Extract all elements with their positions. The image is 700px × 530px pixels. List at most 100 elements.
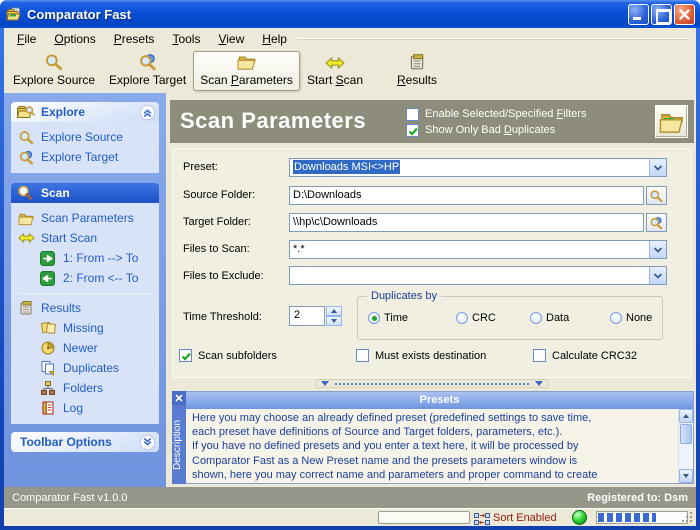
preset-value: Downloads MSI<>HP [290,159,649,176]
sidebar-item-scan-parameters[interactable]: Scan Parameters [11,208,159,228]
log-notepad-icon [40,400,58,416]
spin-down-button[interactable] [326,316,342,326]
enable-filters-checkbox-row[interactable]: Enable Selected/Specified Filters [406,106,586,122]
calculate-crc32-checkbox-row[interactable]: Calculate CRC32 [533,349,637,362]
toolbar-start-scan-button[interactable]: Start Scan [300,51,370,91]
radio-time[interactable]: Time [368,312,456,324]
preset-combobox[interactable]: Downloads MSI<>HP [289,158,667,177]
radio-crc[interactable]: CRC [456,312,530,324]
files-to-exclude-combobox[interactable] [289,266,667,285]
sidebar-group-title: Toolbar Options [20,435,112,449]
minimize-button[interactable] [628,4,649,25]
down-arrow-icon [683,474,689,478]
sidebar: Explore Explore Source [4,93,166,487]
chevron-down-icon[interactable] [139,434,156,451]
folder-tree-icon [40,380,58,396]
files-to-exclude-dropdown-button[interactable] [649,267,666,284]
radio-button[interactable] [610,312,622,324]
main-panel: Scan Parameters Enable Selected/Specifie… [170,93,694,487]
toolbar: Explore Source Explore Target Scan Param… [4,49,696,93]
scan-subfolders-checkbox[interactable] [179,349,192,362]
spinner-buttons [326,306,342,326]
spin-up-button[interactable] [326,306,342,316]
menu-view[interactable]: View [209,29,253,49]
chevron-up-icon[interactable] [139,104,156,121]
titlebar: Comparator Fast [0,0,700,28]
arrow-right-icon [40,250,58,266]
radio-button[interactable] [530,312,542,324]
target-folder-input[interactable]: \\hp\c\Downloads [289,213,644,232]
radio-data[interactable]: Data [530,312,610,324]
scrollbar-thumb[interactable] [680,424,692,444]
toolbar-explore-source-button[interactable]: Explore Source [6,51,102,91]
menu-help[interactable]: Help [253,29,296,49]
sidebar-item-from-to-2[interactable]: 2: From <-- To [11,268,159,288]
source-folder-input[interactable]: D:\Downloads [289,186,644,205]
files-to-scan-dropdown-button[interactable] [649,241,666,258]
radio-label: None [626,312,652,324]
radio-button[interactable] [456,312,468,324]
files-to-scan-combobox[interactable]: *.* [289,240,667,259]
panel-splitter[interactable] [170,379,694,388]
chevron-down-icon [653,273,663,279]
sidebar-group-scan-header[interactable]: Scan [11,183,159,203]
check-icon [407,125,420,138]
menu-file[interactable]: File [8,29,45,49]
menu-options[interactable]: Options [45,29,104,49]
resize-grip[interactable] [690,520,692,522]
radio-none[interactable]: None [610,312,652,324]
must-exists-destination-checkbox-row[interactable]: Must exists destination [356,349,486,362]
show-bad-duplicates-checkbox-row[interactable]: Show Only Bad Duplicates [406,122,586,138]
maximize-button[interactable] [651,4,672,25]
splitter-handle[interactable] [316,379,548,388]
header-folder-button[interactable] [655,105,688,138]
results-icon [408,53,426,71]
sidebar-item-label: Newer [63,341,98,355]
sidebar-group-explore-header[interactable]: Explore [11,102,159,122]
scroll-up-button[interactable] [679,409,693,423]
time-threshold-label: Time Threshold: [183,311,262,323]
toolbar-results-button[interactable]: Results [390,51,444,91]
sidebar-item-label: Duplicates [63,361,119,375]
sidebar-group-explore-body: Explore Source Explore Target [11,122,159,173]
menu-presets[interactable]: Presets [105,29,164,49]
files-to-scan-value: *.* [290,241,649,258]
description-scrollbar[interactable] [678,409,693,483]
description-body: Here you may choose an already defined p… [186,409,693,483]
close-button[interactable] [674,4,695,25]
sidebar-item-missing[interactable]: Missing [11,318,159,338]
sidebar-item-duplicates[interactable]: Duplicates [11,358,159,378]
scroll-down-button[interactable] [679,469,693,483]
sidebar-item-newer[interactable]: Newer [11,338,159,358]
sidebar-item-start-scan[interactable]: Start Scan [11,228,159,248]
sidebar-item-explore-source[interactable]: Explore Source [11,127,159,147]
description-close-button[interactable] [172,391,186,405]
radio-button[interactable] [368,312,380,324]
toolbar-button-label: Explore Target [109,73,186,87]
time-threshold-input[interactable]: 2 [289,306,325,326]
calculate-crc32-checkbox[interactable] [533,349,546,362]
toolbar-scan-parameters-button[interactable]: Scan Parameters [193,51,300,91]
sidebar-item-explore-target[interactable]: Explore Target [11,147,159,167]
sidebar-item-from-to-1[interactable]: 1: From --> To [11,248,159,268]
scan-subfolders-checkbox-row[interactable]: Scan subfolders [179,349,277,362]
checkbox-label: Must exists destination [375,350,486,362]
menu-tools[interactable]: Tools [163,29,209,49]
enable-filters-checkbox[interactable] [406,108,419,121]
source-browse-button[interactable] [646,186,667,205]
window-title: Comparator Fast [27,7,626,22]
sidebar-item-folders[interactable]: Folders [11,378,159,398]
sidebar-group-toolbar-options-header[interactable]: Toolbar Options [11,432,159,452]
sidebar-item-log[interactable]: Log [11,398,159,418]
header-filters: Enable Selected/Specified Filters Show O… [406,106,586,138]
target-browse-button[interactable] [646,213,667,232]
toolbar-explore-target-button[interactable]: Explore Target [102,51,193,91]
description-text: Here you may choose an already defined p… [186,409,678,483]
time-threshold-spinner: 2 [289,306,342,326]
sidebar-item-label: Explore Source [41,130,123,144]
must-exists-destination-checkbox[interactable] [356,349,369,362]
sidebar-item-results[interactable]: Results [11,298,159,318]
preset-dropdown-button[interactable] [649,159,666,176]
open-folder-icon [237,53,257,71]
show-bad-duplicates-checkbox[interactable] [406,124,419,137]
